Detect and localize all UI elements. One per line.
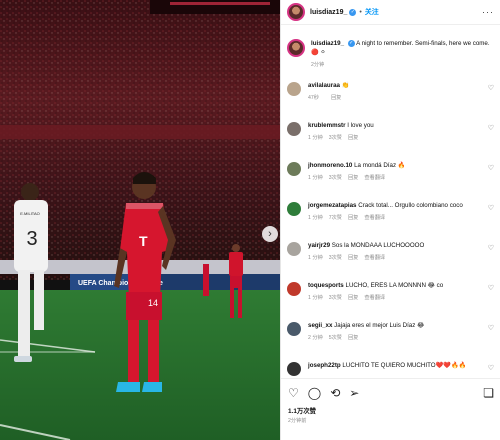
comment-time: 1 分钟 (308, 135, 323, 141)
commenter-avatar[interactable] (287, 282, 301, 296)
post-time: 2分钟前 (288, 418, 307, 424)
commenter-avatar[interactable] (287, 202, 301, 216)
commenter-avatar[interactable] (287, 162, 301, 176)
post-footer: ♡ ◯ ⟲ ➢ ❏ 1.1万次赞 2分钟前 (281, 378, 500, 440)
comment-icon[interactable]: ◯ (308, 387, 321, 399)
comment-row: jhonmoreno.10 La mondá Díaz 🔥 1 分钟 3次赞 回复 查看… (281, 161, 500, 201)
commenter-username[interactable]: toquesports (308, 282, 344, 289)
comment-like-heart-icon[interactable]: ♡ (488, 84, 494, 92)
comment-time: 47秒 (308, 95, 319, 101)
comment-row: toquesports LUCHO, ERES LA MONNNN 😂 co 1 … (281, 281, 500, 321)
post-media[interactable]: UEFA Champions League E.MILITAO 3 T 14 › (0, 0, 280, 440)
post-header: luisdiaz19_ ✓ • 关注 ··· (281, 0, 500, 25)
translate-button[interactable]: 查看翻译 (364, 215, 385, 221)
reply-button[interactable]: 回复 (348, 295, 358, 301)
comment-likes[interactable]: 3次赞 (329, 255, 342, 261)
comment-time: 1 分钟 (308, 215, 323, 221)
comment-like-heart-icon[interactable]: ♡ (488, 364, 494, 372)
comment-likes[interactable]: 3次赞 (329, 135, 342, 141)
commenter-username[interactable]: jorgemezatapias (308, 202, 357, 209)
share-send-icon[interactable]: ➢ (349, 387, 359, 399)
commenter-avatar[interactable] (287, 122, 301, 136)
save-bookmark-icon[interactable]: ❏ (483, 387, 494, 399)
repost-icon[interactable]: ⟲ (330, 387, 340, 399)
comments-list[interactable]: luisdiaz19_ ✓ A night to remember. Semi-… (281, 26, 500, 378)
comment-row: jorgemezatapias Crack total... Orgullo c… (281, 201, 500, 241)
commenter-username[interactable]: yairjr29 (308, 242, 330, 249)
reply-button[interactable]: 回复 (348, 335, 358, 341)
comment-text: Sos la MONDAAA LUCHOOOOO (331, 242, 425, 249)
opponent-jersey-number: 3 (26, 228, 37, 250)
reply-button[interactable]: 回复 (348, 135, 358, 141)
commenter-username[interactable]: joseph22tp (308, 362, 341, 369)
comment-row: krublemmstr I love you 1 分钟 3次赞 回复 ♡ (281, 121, 500, 161)
action-bar: ♡ ◯ ⟲ ➢ ❏ (288, 385, 494, 401)
separator-dot: • (359, 8, 362, 16)
comment-text: I love you (347, 122, 374, 129)
comment-time: 1 分钟 (308, 255, 323, 261)
instagram-post-view: UEFA Champions League E.MILITAO 3 T 14 ›… (0, 0, 500, 440)
likes-count[interactable]: 1.1万次赞 (288, 406, 494, 415)
comment-time: 1 分钟 (308, 295, 323, 301)
comment-likes[interactable]: 7次赞 (329, 215, 342, 221)
comment-like-heart-icon[interactable]: ♡ (488, 244, 494, 252)
comment-text: LUCHITO TE QUIERO MUCHITO❤️❤️🔥🔥 (342, 362, 467, 369)
commenter-username[interactable]: krublemmstr (308, 122, 345, 129)
comment-like-heart-icon[interactable]: ♡ (488, 324, 494, 332)
verified-badge-icon: ✓ (349, 8, 357, 16)
commenter-avatar[interactable] (287, 242, 301, 256)
comment-like-heart-icon[interactable]: ♡ (488, 164, 494, 172)
comment-row: avilalauraa 👏 47秒 回复 ♡ (281, 81, 500, 121)
caption-username[interactable]: luisdiaz19_ (311, 40, 344, 47)
comment-text: LUCHO, ERES LA MONNNN 😂 co (345, 282, 444, 289)
reply-button[interactable]: 回复 (331, 95, 341, 101)
comment-like-heart-icon[interactable]: ♡ (488, 204, 494, 212)
caption-verified-icon: ✓ (347, 39, 355, 47)
commenter-avatar[interactable] (287, 322, 301, 336)
follow-button[interactable]: 关注 (365, 7, 379, 17)
commenter-username[interactable]: jhonmoreno.10 (308, 162, 352, 169)
comment-text: La mondá Díaz 🔥 (354, 162, 406, 169)
translate-button[interactable]: 查看翻译 (364, 255, 385, 261)
commenter-username[interactable]: avilalauraa (308, 82, 340, 89)
svg-text:T: T (139, 233, 148, 249)
comment-row: yairjr29 Sos la MONDAAA LUCHOOOOO 1 分钟 3次赞… (281, 241, 500, 281)
author-username[interactable]: luisdiaz19_ (310, 9, 347, 16)
comment-time: 2 分钟 (308, 335, 323, 341)
background-player (203, 264, 209, 296)
comment-time: 1 分钟 (308, 175, 323, 181)
comment-like-heart-icon[interactable]: ♡ (488, 124, 494, 132)
jersey-number: 14 (148, 298, 158, 308)
commenter-username[interactable]: segii_xx (308, 322, 332, 329)
opponent-jersey-name: E.MILITAO (20, 211, 39, 216)
commenter-avatar[interactable] (287, 82, 301, 96)
comment-text: 👏 (341, 82, 350, 89)
comment-likes[interactable]: 3次赞 (329, 175, 342, 181)
reply-button[interactable]: 回复 (348, 175, 358, 181)
translate-button[interactable]: 查看翻译 (364, 175, 385, 181)
post-side-panel: luisdiaz19_ ✓ • 关注 ··· luisdiaz19_ ✓ A n… (280, 0, 500, 440)
translate-button[interactable]: 查看翻译 (364, 295, 385, 301)
stadium-photo: UEFA Champions League E.MILITAO 3 T 14 (0, 0, 280, 440)
commenter-avatar[interactable] (287, 362, 301, 376)
post-caption: luisdiaz19_ ✓ A night to remember. Semi-… (281, 26, 500, 81)
caption-time: 2分钟 (311, 62, 325, 68)
comment-text: Crack total... Orgullo colombiano coco (358, 202, 463, 209)
reply-button[interactable]: 回复 (348, 215, 358, 221)
comment-like-heart-icon[interactable]: ♡ (488, 284, 494, 292)
more-options-icon[interactable]: ··· (482, 7, 494, 17)
comment-row: joseph22tp LUCHITO TE QUIERO MUCHITO❤️❤️… (281, 361, 500, 378)
author-avatar[interactable] (287, 3, 305, 21)
reply-button[interactable]: 回复 (348, 255, 358, 261)
caption-author-avatar[interactable] (287, 39, 305, 57)
comment-text: Jajaja eres el mejor Luis Díaz 😂 (334, 322, 425, 329)
comment-row: segii_xx Jajaja eres el mejor Luis Díaz … (281, 321, 500, 361)
comment-likes[interactable]: 5次赞 (329, 335, 342, 341)
comment-likes[interactable]: 3次赞 (329, 295, 342, 301)
like-heart-icon[interactable]: ♡ (288, 387, 299, 399)
next-media-button[interactable]: › (262, 226, 278, 242)
